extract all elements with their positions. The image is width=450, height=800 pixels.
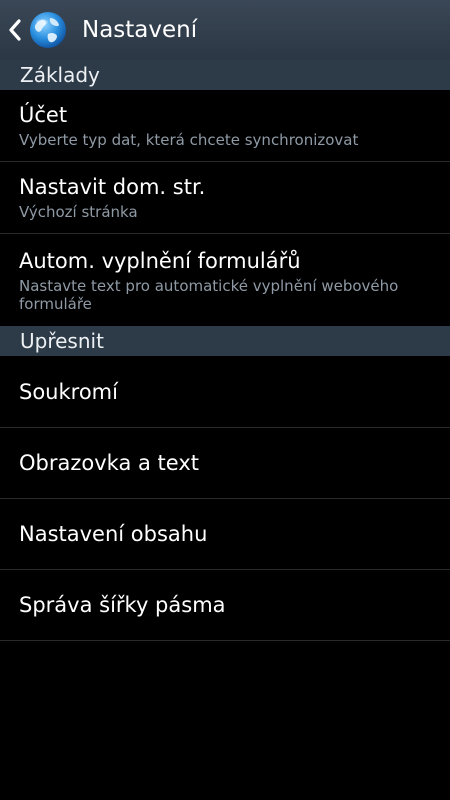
back-button[interactable] (0, 0, 76, 60)
page-title: Nastavení (82, 17, 198, 43)
item-title: Nastavení obsahu (19, 522, 208, 546)
item-title: Nastavit dom. str. (19, 175, 206, 199)
item-subtitle: Výchozí stránka (19, 203, 138, 221)
settings-item-autofill[interactable]: Autom. vyplnění formulářů Nastavte text … (0, 234, 450, 326)
item-title: Správa šířky pásma (19, 593, 226, 617)
settings-item-content[interactable]: Nastavení obsahu (0, 499, 450, 570)
settings-item-bandwidth[interactable]: Správa šířky pásma (0, 570, 450, 641)
item-subtitle: Nastavte text pro automatické vyplnění w… (19, 276, 399, 313)
item-title: Autom. vyplnění formulářů (19, 248, 301, 273)
settings-list: Základy Účet Vyberte typ dat, která chce… (0, 60, 450, 641)
settings-item-homepage[interactable]: Nastavit dom. str. Výchozí stránka (0, 162, 450, 234)
item-title: Účet (19, 103, 68, 127)
section-header-basics: Základy (0, 60, 450, 90)
item-title: Obrazovka a text (19, 451, 199, 475)
settings-item-account[interactable]: Účet Vyberte typ dat, která chcete synch… (0, 90, 450, 162)
settings-screen: Nastavení Základy Účet Vyberte typ dat, … (0, 0, 450, 800)
chevron-left-icon (9, 19, 21, 41)
item-subtitle: Vyberte typ dat, která chcete synchroniz… (19, 131, 359, 149)
globe-icon (30, 12, 66, 48)
action-bar: Nastavení (0, 0, 450, 60)
section-header-advanced: Upřesnit (0, 326, 450, 356)
settings-item-privacy[interactable]: Soukromí (0, 356, 450, 428)
settings-item-screen-text[interactable]: Obrazovka a text (0, 428, 450, 499)
item-title: Soukromí (19, 379, 118, 404)
